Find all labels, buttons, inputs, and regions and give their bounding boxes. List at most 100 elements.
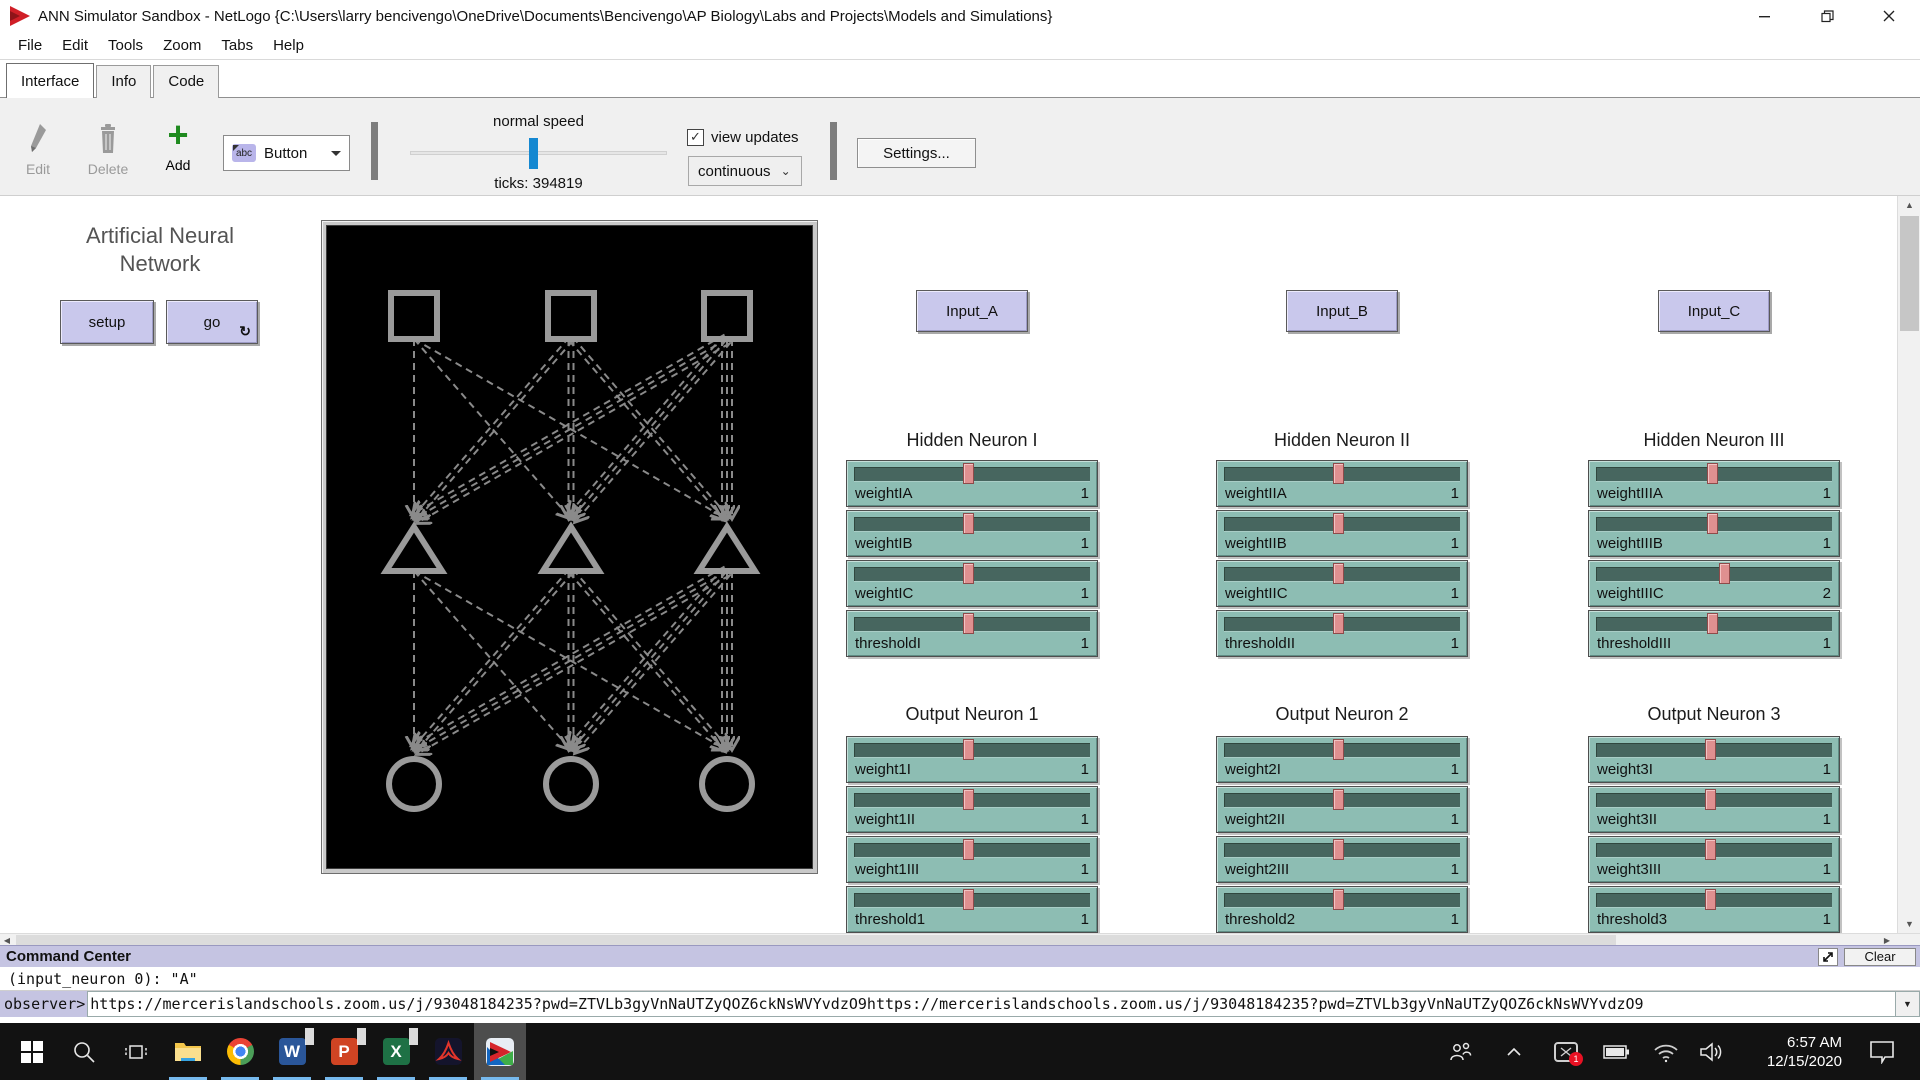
settings-button[interactable]: Settings... (857, 138, 976, 168)
slider-weightIA[interactable]: weightIA1 (846, 460, 1098, 507)
slider-handle[interactable] (1707, 513, 1718, 534)
slider-groove[interactable] (1224, 743, 1460, 757)
slider-weightIC[interactable]: weightIC1 (846, 560, 1098, 607)
slider-handle[interactable] (1333, 463, 1344, 484)
delete-button[interactable]: Delete (78, 122, 138, 177)
slider-groove[interactable] (1224, 893, 1460, 907)
volume-tray-icon[interactable] (1690, 1023, 1734, 1080)
netlogo-taskbar-button[interactable] (474, 1023, 526, 1080)
people-button[interactable] (1438, 1023, 1482, 1080)
slider-handle[interactable] (1705, 739, 1716, 760)
restore-button[interactable] (1796, 0, 1858, 32)
slider-handle[interactable] (963, 889, 974, 910)
slider-handle[interactable] (1333, 613, 1344, 634)
slider-groove[interactable] (1596, 743, 1832, 757)
slider-handle[interactable] (1333, 889, 1344, 910)
tab-code[interactable]: Code (153, 65, 219, 98)
slider-groove[interactable] (1224, 617, 1460, 631)
slider-groove[interactable] (1596, 793, 1832, 807)
slider-groove[interactable] (1224, 467, 1460, 481)
slider-weightIB[interactable]: weightIB1 (846, 510, 1098, 557)
add-button[interactable]: + Add (148, 118, 208, 173)
slider-groove[interactable] (1596, 843, 1832, 857)
slider-weight1III[interactable]: weight1III1 (846, 836, 1098, 883)
slider-handle[interactable] (1707, 613, 1718, 634)
slider-handle[interactable] (963, 513, 974, 534)
slider-thresholdII[interactable]: thresholdII1 (1216, 610, 1468, 657)
slider-thresholdIII[interactable]: thresholdIII1 (1588, 610, 1840, 657)
notification-tray-icon[interactable]: 1 (1544, 1023, 1588, 1080)
taskbar-clock[interactable]: 6:57 AM 12/15/2020 (1738, 1023, 1842, 1080)
slider-groove[interactable] (854, 617, 1090, 631)
slider-handle[interactable] (963, 563, 974, 584)
slider-groove[interactable] (1596, 517, 1832, 531)
slider-groove[interactable] (854, 567, 1090, 581)
expand-icon[interactable] (1818, 948, 1838, 966)
slider-groove[interactable] (1224, 843, 1460, 857)
slider-weight3II[interactable]: weight3II1 (1588, 786, 1840, 833)
slider-threshold2[interactable]: threshold21 (1216, 886, 1468, 933)
acrobat-button[interactable] (422, 1023, 474, 1080)
slider-weight1II[interactable]: weight1II1 (846, 786, 1098, 833)
slider-handle[interactable] (1707, 463, 1718, 484)
slider-weight3III[interactable]: weight3III1 (1588, 836, 1840, 883)
word-button[interactable]: W (266, 1023, 318, 1080)
scroll-down-arrow[interactable]: ▼ (1898, 915, 1920, 933)
view-updates-checkbox[interactable]: ✓ (687, 129, 704, 146)
chrome-button[interactable] (214, 1023, 266, 1080)
scroll-up-arrow[interactable]: ▲ (1898, 196, 1920, 214)
menu-item-edit[interactable]: Edit (52, 34, 98, 57)
start-button[interactable] (6, 1023, 58, 1080)
slider-handle[interactable] (1333, 563, 1344, 584)
slider-groove[interactable] (854, 843, 1090, 857)
edit-button[interactable]: Edit (8, 122, 68, 177)
go-button[interactable]: go ↻ (166, 300, 258, 344)
slider-weightIIC[interactable]: weightIIC1 (1216, 560, 1468, 607)
vertical-scrollbar[interactable]: ▲ ▼ (1897, 196, 1920, 933)
clear-button[interactable]: Clear (1844, 948, 1916, 966)
menu-item-tabs[interactable]: Tabs (211, 34, 263, 57)
slider-handle[interactable] (1705, 839, 1716, 860)
slider-weightIIIC[interactable]: weightIIIC2 (1588, 560, 1840, 607)
slider-handle[interactable] (963, 613, 974, 634)
slider-weightIIB[interactable]: weightIIB1 (1216, 510, 1468, 557)
slider-handle[interactable] (1705, 889, 1716, 910)
slider-groove[interactable] (1596, 567, 1832, 581)
tab-info[interactable]: Info (96, 65, 151, 98)
speed-slider-handle[interactable] (529, 138, 538, 169)
history-dropdown-icon[interactable]: ▼ (1896, 991, 1920, 1017)
slider-handle[interactable] (1333, 839, 1344, 860)
widget-type-dropdown[interactable]: abc Button (223, 135, 350, 171)
tab-interface[interactable]: Interface (6, 63, 94, 98)
observer-prompt[interactable]: observer> (0, 991, 87, 1017)
speed-slider-track[interactable] (410, 151, 667, 155)
vertical-scroll-thumb[interactable] (1900, 216, 1919, 331)
file-explorer-button[interactable] (162, 1023, 214, 1080)
button-input_a[interactable]: Input_A (916, 290, 1028, 332)
slider-groove[interactable] (854, 893, 1090, 907)
slider-handle[interactable] (1333, 739, 1344, 760)
slider-handle[interactable] (1719, 563, 1730, 584)
slider-groove[interactable] (1596, 893, 1832, 907)
slider-groove[interactable] (854, 517, 1090, 531)
wifi-tray-icon[interactable] (1646, 1023, 1686, 1080)
slider-groove[interactable] (1596, 467, 1832, 481)
slider-threshold3[interactable]: threshold31 (1588, 886, 1840, 933)
slider-handle[interactable] (963, 789, 974, 810)
powerpoint-button[interactable]: P (318, 1023, 370, 1080)
slider-thresholdI[interactable]: thresholdI1 (846, 610, 1098, 657)
setup-button[interactable]: setup (60, 300, 154, 344)
slider-groove[interactable] (1224, 517, 1460, 531)
task-view-button[interactable] (110, 1023, 162, 1080)
slider-threshold1[interactable]: threshold11 (846, 886, 1098, 933)
menu-item-zoom[interactable]: Zoom (153, 34, 211, 57)
close-button[interactable] (1858, 0, 1920, 32)
slider-weight2I[interactable]: weight2I1 (1216, 736, 1468, 783)
slider-handle[interactable] (963, 739, 974, 760)
slider-weightIIIA[interactable]: weightIIIA1 (1588, 460, 1840, 507)
slider-handle[interactable] (1333, 513, 1344, 534)
minimize-button[interactable] (1734, 0, 1796, 32)
tray-overflow-button[interactable] (1496, 1023, 1532, 1080)
slider-groove[interactable] (1224, 567, 1460, 581)
slider-groove[interactable] (1224, 793, 1460, 807)
